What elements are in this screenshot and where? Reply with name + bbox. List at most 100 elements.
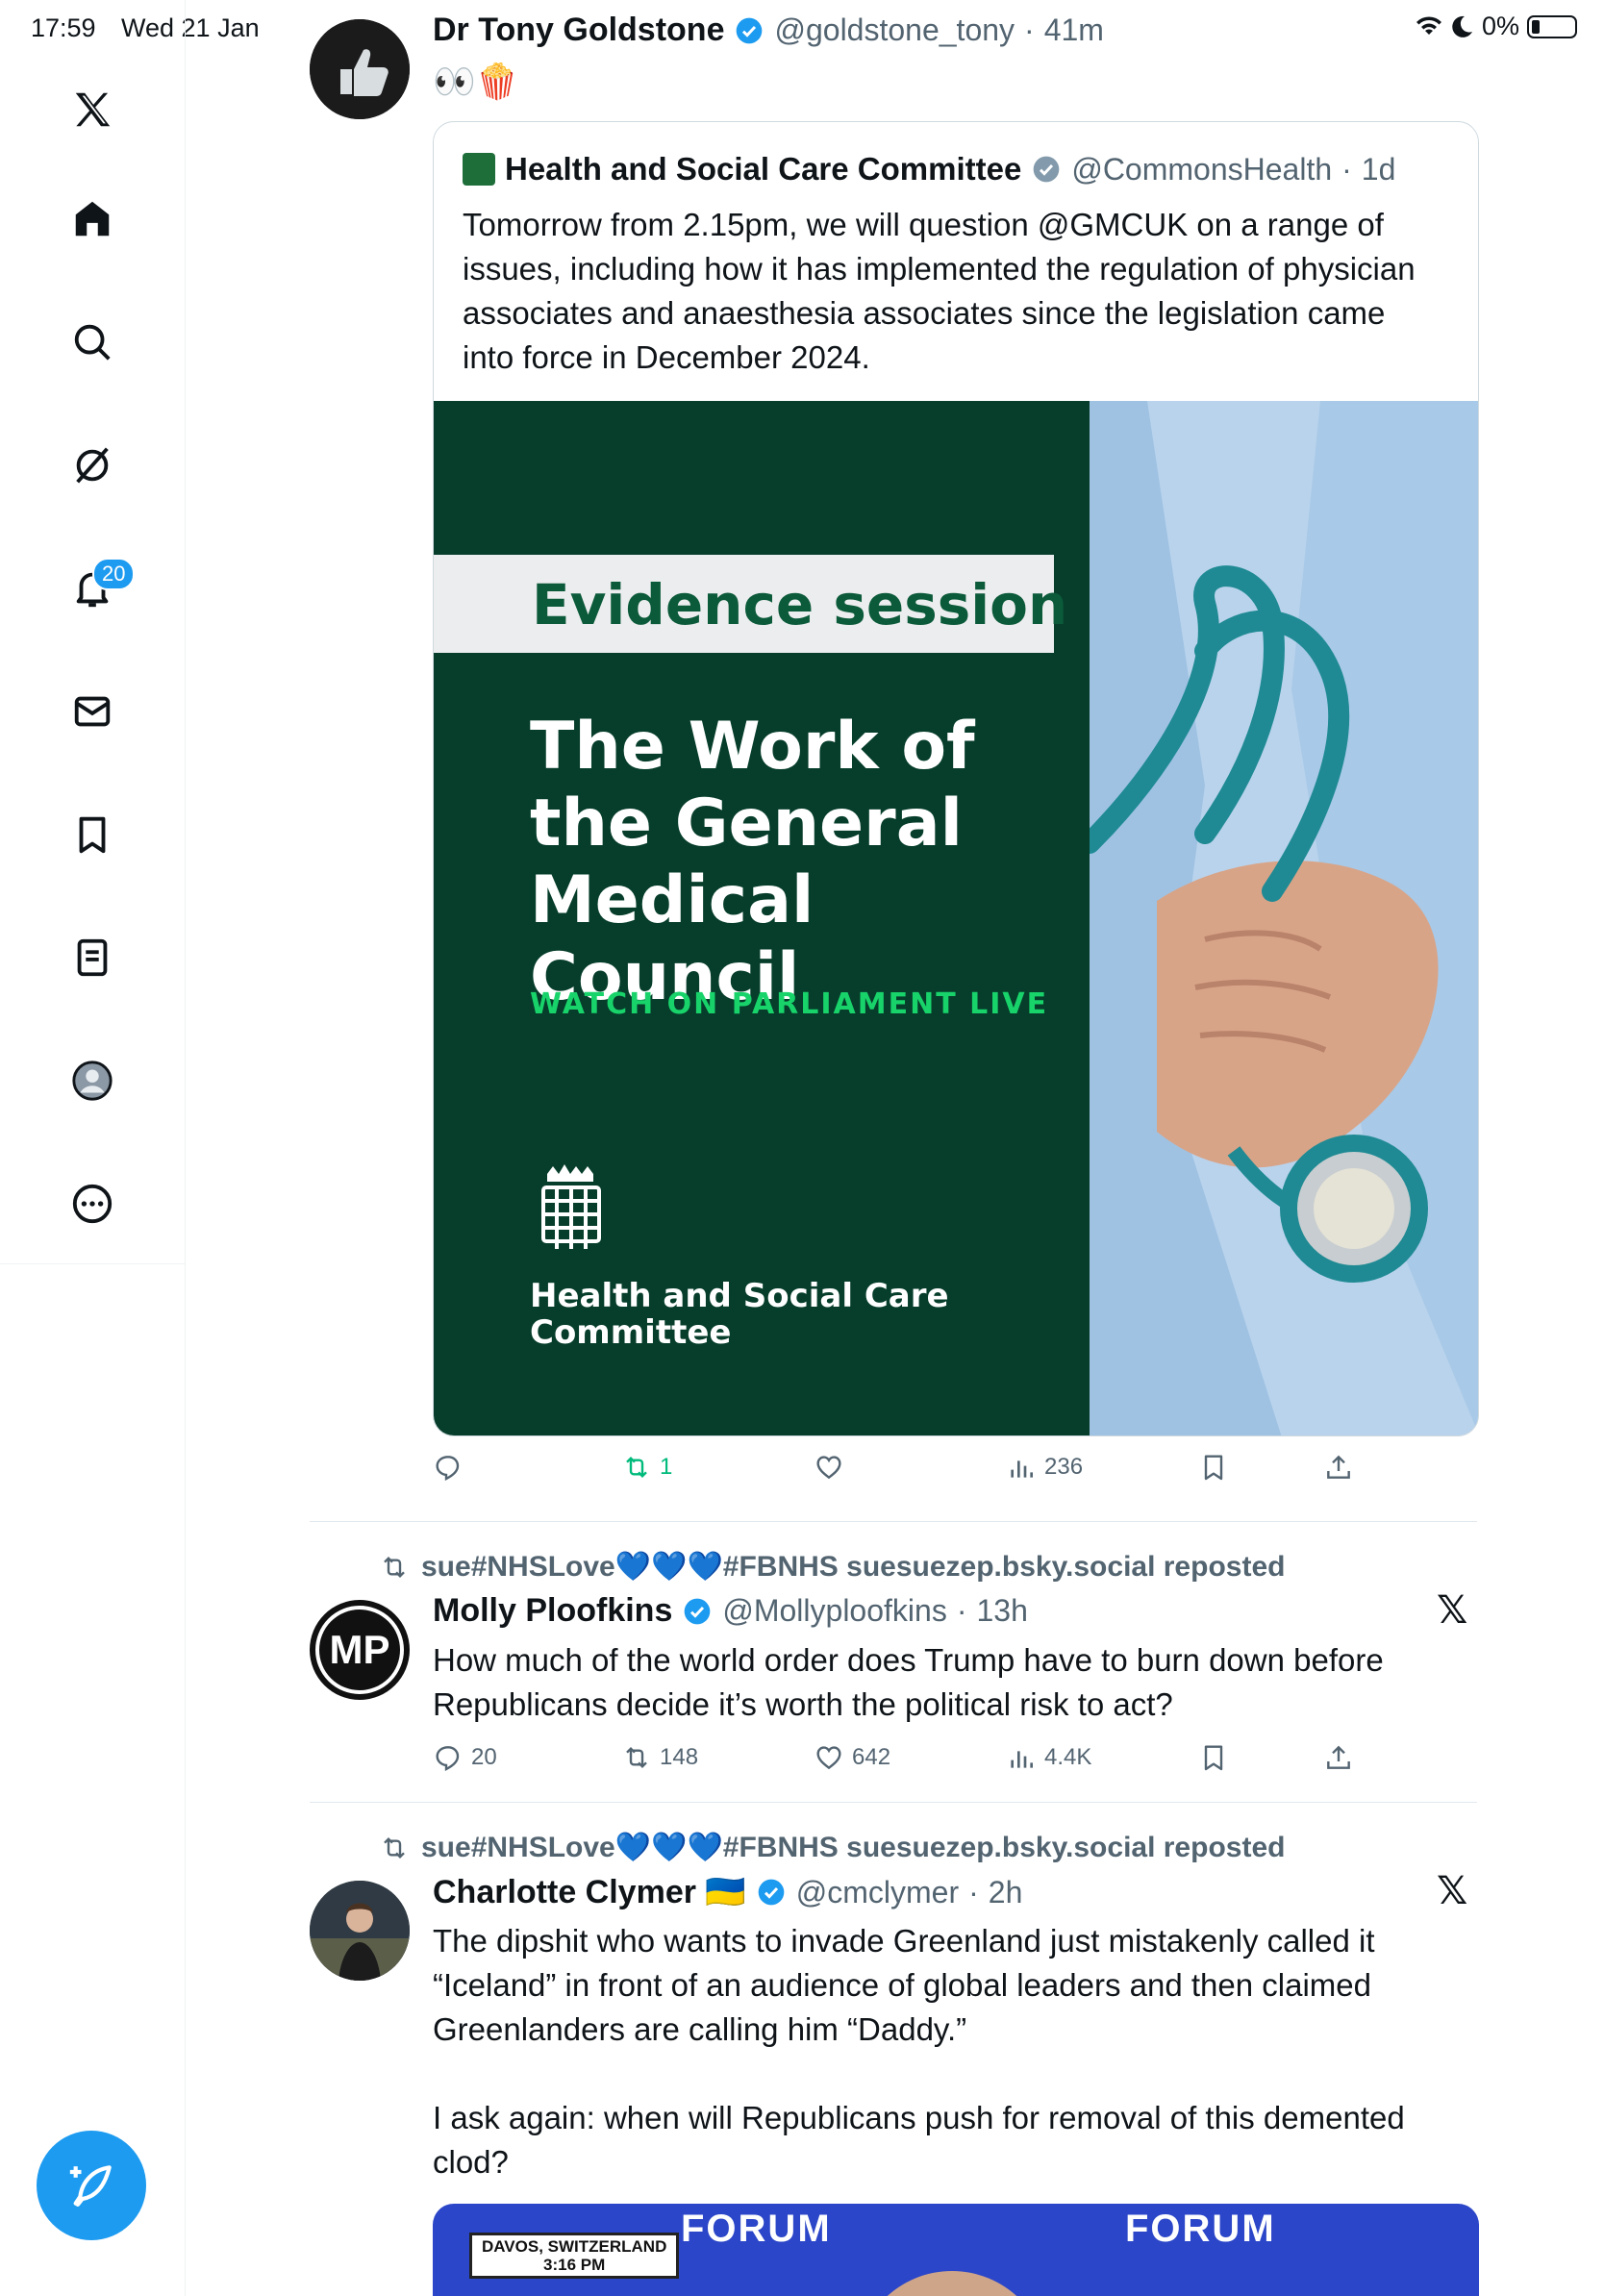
committee-name: Health and Social Care Committee bbox=[530, 1277, 949, 1352]
mp-logo-avatar: MP bbox=[312, 1602, 408, 1698]
share-icon bbox=[1327, 1745, 1350, 1769]
repost-button[interactable]: 1 bbox=[621, 1452, 672, 1483]
separator-dot: · bbox=[1341, 151, 1352, 187]
post-header: Molly Ploofkins @Mollyploofkins · 13h bbox=[433, 1592, 1028, 1630]
repost-icon bbox=[626, 1746, 647, 1769]
author-name[interactable]: Charlotte Clymer 🇺🇦 bbox=[433, 1873, 746, 1911]
post-divider bbox=[310, 1521, 1477, 1522]
timeline: Dr Tony Goldstone @goldstone_tony · 41m … bbox=[187, 0, 1604, 2296]
views-button[interactable]: 4.4K bbox=[1006, 1742, 1091, 1773]
separator-dot: · bbox=[1024, 12, 1035, 47]
x-logo-icon[interactable]: 𝕏 bbox=[1437, 1869, 1467, 1913]
post-time[interactable]: 41m bbox=[1044, 12, 1104, 48]
avatar-initials: MP bbox=[330, 1627, 390, 1672]
repost-icon bbox=[384, 1836, 405, 1859]
separator-dot: · bbox=[956, 1593, 967, 1628]
views-button[interactable]: 236 bbox=[1006, 1452, 1083, 1483]
location-label: DAVOS, SWITZERLAND bbox=[482, 2237, 667, 2256]
repost-icon bbox=[626, 1456, 647, 1479]
profile-icon[interactable] bbox=[60, 1048, 125, 1113]
notifications-badge: 20 bbox=[92, 558, 136, 590]
post-header: Charlotte Clymer 🇺🇦 @cmclymer · 2h bbox=[433, 1873, 1022, 1911]
author-handle[interactable]: @cmclymer bbox=[796, 1875, 959, 1910]
person-photo-avatar bbox=[310, 1881, 410, 1981]
heart-icon bbox=[816, 1456, 841, 1480]
stethoscope-photo bbox=[1090, 401, 1478, 1435]
session-title: The Work of the General Medical Council bbox=[530, 709, 975, 1015]
portcullis-icon bbox=[463, 153, 495, 186]
reply-icon bbox=[436, 1456, 460, 1481]
views-chart-icon bbox=[1011, 1460, 1033, 1478]
like-button[interactable] bbox=[814, 1452, 852, 1483]
quote-time: 1d bbox=[1361, 151, 1396, 187]
compose-feather-icon bbox=[69, 2165, 112, 2207]
post-text: 👀🍿 bbox=[433, 62, 519, 101]
bookmark-button[interactable] bbox=[1198, 1742, 1229, 1773]
messages-icon[interactable] bbox=[60, 679, 125, 744]
post-text-paragraph: I ask again: when will Republicans push … bbox=[433, 2100, 1405, 2180]
home-icon[interactable] bbox=[60, 187, 125, 252]
forum-banner: FORUM bbox=[681, 2208, 832, 2250]
location-caption: DAVOS, SWITZERLAND 3:16 PM bbox=[469, 2233, 680, 2279]
quote-header: Health and Social Care Committee @Common… bbox=[463, 151, 1395, 187]
compose-post-button[interactable] bbox=[37, 2131, 146, 2240]
author-name[interactable]: Molly Ploofkins bbox=[433, 1592, 672, 1630]
search-icon[interactable] bbox=[60, 310, 125, 375]
quote-author-name: Health and Social Care Committee bbox=[505, 151, 1022, 187]
post-actions: 1 236 bbox=[433, 1452, 1394, 1490]
bookmarks-icon[interactable] bbox=[60, 802, 125, 867]
more-icon[interactable] bbox=[60, 1171, 125, 1236]
bookmark-button[interactable] bbox=[1198, 1452, 1229, 1483]
post-actions: 20 148 642 4.4K bbox=[433, 1742, 1394, 1781]
reply-button[interactable]: 20 bbox=[433, 1742, 497, 1773]
sidebar-nav: 20 bbox=[0, 0, 186, 2296]
repost-count: 148 bbox=[660, 1744, 699, 1770]
repost-icon bbox=[384, 1556, 405, 1578]
share-button[interactable] bbox=[1323, 1742, 1354, 1773]
evidence-session-label: Evidence session bbox=[532, 572, 1068, 637]
quoted-post[interactable]: Health and Social Care Committee @Common… bbox=[433, 121, 1479, 1436]
author-handle[interactable]: @Mollyploofkins bbox=[722, 1593, 946, 1629]
sidebar-divider bbox=[0, 1263, 186, 1264]
repost-count: 1 bbox=[660, 1454, 673, 1480]
quote-image[interactable]: Evidence session The Work of the General… bbox=[434, 401, 1478, 1435]
post-time[interactable]: 2h bbox=[989, 1875, 1023, 1910]
like-count: 642 bbox=[852, 1744, 891, 1770]
reply-count: 20 bbox=[471, 1744, 497, 1770]
verified-grey-badge-icon bbox=[1033, 156, 1060, 183]
reply-button[interactable] bbox=[433, 1452, 471, 1483]
reposted-by[interactable]: sue#NHSLove💙💙💙#FBNHS suesuezep.bsky.soci… bbox=[421, 1831, 1285, 1864]
reposted-by[interactable]: sue#NHSLove💙💙💙#FBNHS suesuezep.bsky.soci… bbox=[421, 1550, 1285, 1584]
quote-handle: @CommonsHealth bbox=[1071, 151, 1333, 187]
lists-icon[interactable] bbox=[60, 925, 125, 990]
stethoscope-hands-illustration bbox=[1090, 401, 1478, 1435]
x-logo-icon[interactable] bbox=[60, 77, 125, 142]
post-divider bbox=[310, 1802, 1477, 1803]
verified-badge-icon bbox=[685, 1598, 711, 1624]
post-time[interactable]: 13h bbox=[976, 1593, 1027, 1629]
post-image[interactable]: DAVOS, SWITZERLAND 3:16 PM FORUM FORUM bbox=[433, 2204, 1479, 2296]
post-header: Dr Tony Goldstone @goldstone_tony · 41m bbox=[433, 12, 1104, 49]
author-handle[interactable]: @goldstone_tony bbox=[774, 12, 1015, 48]
view-count: 4.4K bbox=[1044, 1744, 1092, 1770]
evidence-session-panel: Evidence session The Work of the General… bbox=[434, 401, 1090, 1435]
quote-text: Tomorrow from 2.15pm, we will question @… bbox=[463, 207, 1416, 375]
like-button[interactable]: 642 bbox=[814, 1742, 890, 1773]
portcullis-icon bbox=[541, 1164, 601, 1249]
grok-icon[interactable] bbox=[60, 433, 125, 498]
repost-button[interactable]: 148 bbox=[621, 1742, 698, 1773]
share-button[interactable] bbox=[1323, 1452, 1354, 1483]
thumbs-up-avatar-icon bbox=[310, 19, 410, 119]
repost-context: sue#NHSLove💙💙💙#FBNHS suesuezep.bsky.soci… bbox=[379, 1550, 1285, 1584]
clock-label: 3:16 PM bbox=[543, 2256, 606, 2274]
avatar[interactable] bbox=[310, 1881, 410, 1981]
repost-context: sue#NHSLove💙💙💙#FBNHS suesuezep.bsky.soci… bbox=[379, 1831, 1285, 1864]
author-name[interactable]: Dr Tony Goldstone bbox=[433, 12, 724, 49]
avatar[interactable]: MP bbox=[310, 1600, 410, 1700]
reply-icon bbox=[436, 1746, 460, 1771]
view-count: 236 bbox=[1044, 1454, 1084, 1480]
x-logo-icon[interactable]: 𝕏 bbox=[1437, 1588, 1467, 1633]
post-text: The dipshit who wants to invade Greenlan… bbox=[433, 1923, 1375, 2047]
avatar[interactable] bbox=[310, 19, 410, 119]
separator-dot: · bbox=[968, 1874, 979, 1909]
